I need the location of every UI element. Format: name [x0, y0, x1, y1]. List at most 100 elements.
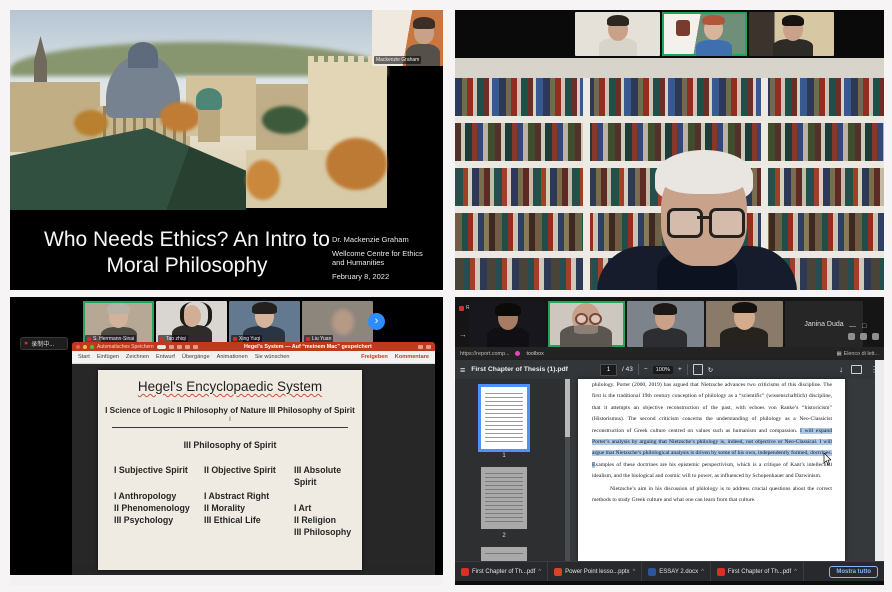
lecture-video-quadrant: Mackenzie Graham Who Needs Ethics? An In… [10, 10, 443, 290]
window-controls[interactable]: —□ [849, 323, 872, 330]
next-participants-button[interactable]: › [368, 313, 385, 330]
slide-stage: Hegel's Encyclopaedic System I Science o… [72, 364, 435, 565]
slide-title: Who Needs Ethics? An Intro to Moral Phil… [44, 227, 330, 279]
save-icon[interactable] [177, 345, 182, 349]
download-item[interactable]: First Chapter of Th...pdf ^ [711, 562, 804, 582]
paragraph-2: Nietzsche’s aim in his discussion of phi… [592, 484, 832, 507]
pdf-filename: First Chapter of Thesis (1).pdf [471, 366, 568, 373]
hegel-seminar-quadrant: S. Herrmann-Sinai Tao zhiqi Xing Yuqi Li… [10, 297, 443, 585]
tab-entwurf[interactable]: Entwurf [156, 354, 175, 360]
mouse-cursor [823, 453, 831, 465]
tab-start[interactable]: Start [78, 354, 90, 360]
download-item[interactable]: Power Point lesso...pptx ^ [548, 562, 642, 582]
print-icon[interactable] [851, 365, 862, 374]
download-icon[interactable]: ↓ [839, 365, 843, 374]
profile-icon[interactable] [872, 333, 879, 340]
page-total: / 43 [622, 366, 633, 373]
arrow-icon: → [459, 330, 467, 339]
zoom-in-button[interactable]: + [678, 366, 682, 373]
pdf-page-controls: 1 / 43 − 100% + ↻ [600, 364, 713, 376]
search-icon[interactable] [418, 345, 423, 349]
participant-tile[interactable]: Tao zhiqi [156, 301, 227, 345]
beard [574, 325, 598, 334]
fit-page-icon[interactable] [693, 364, 703, 375]
share-button[interactable]: Freigeben [361, 354, 388, 360]
page-thumbnail-1[interactable] [481, 387, 527, 449]
slide-top-row: I Science of Logic II Philosophy of Natu… [98, 406, 362, 415]
participant-tile[interactable] [706, 301, 783, 347]
chevron-right-icon: › [375, 315, 379, 327]
page-scrollbar[interactable] [875, 360, 884, 561]
reading-list-button[interactable]: ▦ Elenco di lett... [837, 351, 879, 357]
participant-tile[interactable] [627, 301, 704, 347]
tellme-field[interactable]: Sie wünschen [255, 354, 290, 360]
minimize-icon[interactable]: — [849, 323, 862, 330]
undo-icon[interactable] [185, 345, 190, 349]
download-item[interactable]: First Chapter of Th...pdf ^ [455, 562, 548, 582]
record-dot-icon: ● [24, 340, 28, 347]
pdf-page-area: philology. Porter (2000, 2019) has argue… [570, 379, 875, 561]
chevron-up-icon[interactable]: ^ [632, 569, 635, 575]
chevron-up-icon[interactable]: ^ [794, 569, 797, 575]
zoom-out-button[interactable]: − [644, 366, 648, 373]
screenshot-collage: Mackenzie Graham Who Needs Ethics? An In… [0, 0, 892, 592]
rotate-icon[interactable]: ↻ [708, 366, 713, 374]
thesis-text: philology. Porter (2000, 2019) has argue… [592, 380, 832, 506]
downloads-bar: First Chapter of Th...pdf ^ Power Point … [455, 561, 884, 582]
tab-uebergaenge[interactable]: Übergänge [182, 354, 210, 360]
forward-button[interactable]: → [459, 330, 467, 339]
page-thumbnail-3[interactable] [481, 547, 527, 561]
thumbnail-label: 1 [455, 453, 553, 459]
sidebar-toggle-icon[interactable]: ≡ [460, 365, 465, 375]
reading-list-icon: ▦ [837, 351, 842, 357]
participant-tile[interactable] [575, 12, 660, 56]
show-all-button[interactable]: Mostra tutto [829, 566, 878, 578]
chevron-up-icon[interactable]: ^ [538, 569, 541, 575]
participant-tile[interactable] [469, 301, 546, 347]
redo-icon[interactable] [193, 345, 198, 349]
mac-minimize-button[interactable] [83, 345, 87, 349]
tab-einfuegen[interactable]: Einfügen [97, 354, 119, 360]
browser-url-row: https://report.comp... toolbox ▦ Elenco … [455, 347, 884, 360]
participant-name-tag: Mackenzie Graham [374, 56, 421, 64]
participant-tile[interactable] [548, 301, 625, 347]
recording-indicator[interactable]: ● 录制中... [20, 337, 68, 350]
participant-tile[interactable] [749, 12, 834, 56]
participant-tile[interactable]: Liu Yuan [302, 301, 373, 345]
download-item[interactable]: ESSAY 2.docx ^ [642, 562, 711, 582]
zoom-level[interactable]: 100% [653, 366, 673, 374]
participant-name: Mackenzie Graham [376, 57, 419, 63]
doc-file-icon [648, 568, 656, 576]
tab-animationen[interactable]: Animationen [217, 354, 248, 360]
autosave-toggle[interactable] [157, 345, 166, 349]
thumbnail-label: 2 [455, 533, 553, 539]
professor-video[interactable] [455, 58, 884, 290]
page-number-input[interactable]: 1 [600, 364, 617, 376]
participant-tile[interactable]: S. Herrmann-Sinai [83, 301, 154, 345]
bookmark-toolbox[interactable]: toolbox [526, 351, 543, 357]
speaker-video-thumbnail[interactable]: Mackenzie Graham [372, 10, 443, 66]
extensions-icon[interactable] [860, 333, 867, 340]
maximize-icon[interactable]: □ [862, 323, 872, 330]
participant-tile[interactable] [662, 12, 747, 56]
slide-column-subjective: I Subjective Spirit I Anthropology II Ph… [114, 464, 200, 526]
powerpoint-window: Automatisches Speichern Hegel's System —… [72, 342, 435, 575]
pencil-icon[interactable] [426, 345, 431, 349]
slide-divider [112, 427, 348, 428]
tab-zeichnen[interactable]: Zeichnen [126, 354, 149, 360]
pdf-page: philology. Porter (2000, 2019) has argue… [578, 379, 845, 561]
mac-close-button[interactable] [76, 345, 80, 349]
url-field[interactable]: https://report.comp... [460, 351, 509, 357]
slide-caret: I [98, 417, 362, 423]
browser-action-icons [848, 333, 879, 340]
comments-button[interactable]: Kommentare [395, 354, 429, 360]
participant-tile[interactable]: Xing Yuqi [229, 301, 300, 345]
home-icon[interactable] [169, 345, 174, 349]
share-icon[interactable] [848, 333, 855, 340]
page-thumbnail-2[interactable] [481, 467, 527, 529]
speaker-name: Dr. Mackenzie Graham [332, 235, 434, 244]
mac-zoom-button[interactable] [90, 345, 94, 349]
virtual-background-crest [676, 20, 690, 36]
chevron-up-icon[interactable]: ^ [701, 569, 704, 575]
pdf-thumbnail-panel: 1 2 [455, 379, 565, 561]
